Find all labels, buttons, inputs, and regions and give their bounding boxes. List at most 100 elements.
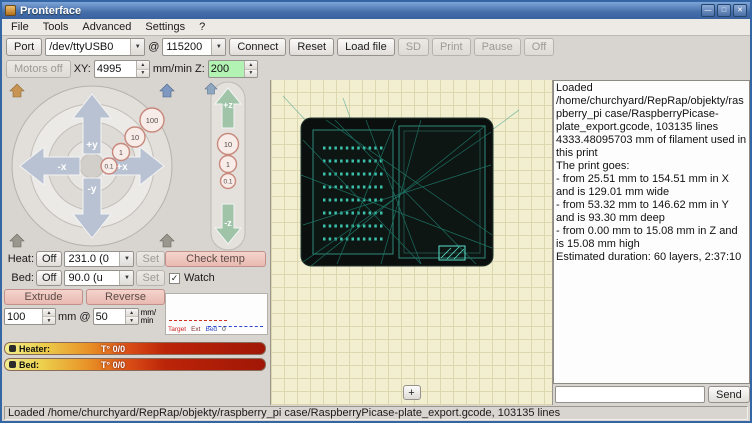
thermometer-icon bbox=[9, 361, 16, 368]
chevron-down-icon[interactable]: ▼ bbox=[119, 271, 133, 285]
chevron-down-icon[interactable]: ▼ bbox=[119, 252, 133, 266]
heat-temp-value: 231.0 (0 bbox=[65, 253, 119, 265]
log-line: Loaded /home/churchyard/RepRap/objekty/r… bbox=[556, 82, 747, 134]
reset-button[interactable]: Reset bbox=[289, 38, 334, 56]
jog-step-1-badge[interactable]: 1 bbox=[113, 144, 130, 161]
z-step-01-badge[interactable]: 0.1 bbox=[221, 174, 236, 189]
main-area: +y -y -x +x 100 10 1 0.1 bbox=[2, 80, 750, 405]
window-controls: — □ ✕ bbox=[701, 4, 747, 17]
extrude-speed-input[interactable] bbox=[94, 309, 125, 324]
xy-feed-input[interactable] bbox=[95, 61, 136, 77]
motors-off-button[interactable]: Motors off bbox=[6, 60, 71, 78]
zoom-in-button[interactable]: + bbox=[403, 385, 421, 400]
log-text-area[interactable]: Loaded /home/churchyard/RepRap/objekty/r… bbox=[553, 80, 750, 384]
jog-step-10-badge[interactable]: 10 bbox=[125, 127, 145, 147]
xy-feed-spinner[interactable]: ▲▼ bbox=[94, 60, 150, 78]
xy-feed-label: XY: bbox=[74, 63, 91, 75]
send-button[interactable]: Send bbox=[708, 386, 750, 403]
watch-checkbox[interactable]: ✓ bbox=[169, 273, 180, 284]
extrude-length-input[interactable] bbox=[5, 309, 42, 324]
check-temp-button[interactable]: Check temp bbox=[165, 251, 266, 267]
gcode-render bbox=[271, 80, 553, 405]
bed-gauge[interactable]: Bed: T° 0/0 bbox=[4, 358, 266, 371]
z-jog-strip[interactable]: +z 10 1 0.1 -z bbox=[204, 80, 250, 252]
z-step-1-badge[interactable]: 1 bbox=[220, 156, 237, 173]
extrude-speed-spinner[interactable]: ▲▼ bbox=[93, 308, 139, 325]
menu-item-file[interactable]: File bbox=[4, 20, 36, 34]
menu-item-settings[interactable]: Settings bbox=[138, 20, 192, 34]
heater-gauge[interactable]: Heater: T° 0/0 bbox=[4, 342, 266, 355]
heat-temp-combo[interactable]: 231.0 (0 ▼ bbox=[64, 251, 134, 267]
jog-x-minus-label: -x bbox=[58, 162, 67, 173]
minimize-button[interactable]: — bbox=[701, 4, 715, 17]
chevron-down-icon[interactable]: ▼ bbox=[211, 39, 225, 55]
bed-temp-combo[interactable]: 90.0 (u ▼ bbox=[64, 270, 134, 286]
heat-label: Heat: bbox=[4, 253, 34, 265]
reverse-button[interactable]: Reverse bbox=[86, 289, 165, 305]
heater-gauge-value: T° 0/0 bbox=[101, 344, 125, 354]
jog-step-01-badge[interactable]: 0.1 bbox=[101, 158, 117, 174]
log-line: - from 25.51 mm to 154.51 mm in X and is… bbox=[556, 173, 747, 199]
baud-combo[interactable]: 115200 ▼ bbox=[162, 38, 226, 56]
print-button[interactable]: Print bbox=[432, 38, 471, 56]
z-feed-input[interactable] bbox=[209, 61, 244, 77]
connection-toolbar: Port /dev/ttyUSB0 ▼ @ 115200 ▼ Connect R… bbox=[2, 36, 750, 58]
maximize-button[interactable]: □ bbox=[717, 4, 731, 17]
svg-text:0.1: 0.1 bbox=[104, 164, 113, 171]
z-feed-spinner[interactable]: ▲▼ bbox=[208, 60, 258, 78]
watch-control[interactable]: ✓ Watch bbox=[169, 272, 215, 284]
port-combo[interactable]: /dev/ttyUSB0 ▼ bbox=[45, 38, 145, 56]
mm-at-label: mm @ bbox=[58, 311, 91, 323]
bed-gauge-label: Bed: bbox=[19, 360, 39, 370]
menu-item-advanced[interactable]: Advanced bbox=[75, 20, 138, 34]
pause-button[interactable]: Pause bbox=[474, 38, 521, 56]
motion-toolbar: Motors off XY: ▲▼ mm/min Z: ▲▼ bbox=[2, 58, 750, 80]
menu-item-help[interactable]: ? bbox=[192, 20, 212, 34]
spinner-arrows-icon[interactable]: ▲▼ bbox=[244, 61, 257, 77]
svg-text:100: 100 bbox=[146, 116, 159, 125]
extrude-feed-row: ▲▼ mm @ ▲▼ mm/ min bbox=[4, 308, 156, 325]
window-title: Pronterface bbox=[20, 5, 697, 17]
spinner-arrows-icon[interactable]: ▲▼ bbox=[136, 61, 149, 77]
target-temp-line bbox=[169, 320, 227, 321]
menu-item-tools[interactable]: Tools bbox=[36, 20, 76, 34]
svg-text:1: 1 bbox=[226, 162, 230, 169]
jog-z-plus-label: +z bbox=[223, 100, 233, 110]
baud-combo-value: 115200 bbox=[163, 41, 211, 53]
spinner-arrows-icon[interactable]: ▲▼ bbox=[42, 309, 55, 324]
control-panel: +y -y -x +x 100 10 1 0.1 bbox=[2, 80, 270, 405]
heat-off-button[interactable]: Off bbox=[36, 251, 62, 267]
extrude-button[interactable]: Extrude bbox=[4, 289, 83, 305]
jog-y-plus-label: +y bbox=[86, 140, 98, 151]
spinner-arrows-icon[interactable]: ▲▼ bbox=[125, 309, 138, 324]
log-panel: Loaded /home/churchyard/RepRap/objekty/r… bbox=[553, 80, 750, 405]
thermometer-icon bbox=[9, 345, 16, 352]
off-button[interactable]: Off bbox=[524, 38, 554, 56]
z-step-10-badge[interactable]: 10 bbox=[218, 134, 239, 155]
extrude-length-spinner[interactable]: ▲▼ bbox=[4, 308, 56, 325]
home-xy-icon[interactable] bbox=[10, 84, 24, 97]
home-x-icon[interactable] bbox=[10, 234, 24, 247]
bed-set-button[interactable]: Set bbox=[136, 270, 165, 286]
bed-off-button[interactable]: Off bbox=[36, 270, 62, 286]
port-button[interactable]: Port bbox=[6, 38, 42, 56]
heat-set-button[interactable]: Set bbox=[136, 251, 165, 267]
jog-step-100-badge[interactable]: 100 bbox=[140, 108, 164, 132]
load-file-button[interactable]: Load file bbox=[337, 38, 395, 56]
home-all-icon[interactable] bbox=[160, 234, 174, 247]
log-line: - from 53.32 mm to 146.62 mm in Y and is… bbox=[556, 199, 747, 225]
gcode-viewer[interactable]: + bbox=[270, 80, 553, 405]
chevron-down-icon[interactable]: ▼ bbox=[130, 39, 144, 55]
connect-button[interactable]: Connect bbox=[229, 38, 286, 56]
temperature-graph: Target Ext Bed 0 bbox=[165, 293, 268, 335]
command-input[interactable] bbox=[555, 386, 705, 403]
xy-jog-pad[interactable]: +y -y -x +x 100 10 1 0.1 bbox=[6, 80, 178, 252]
close-button[interactable]: ✕ bbox=[733, 4, 747, 17]
titlebar[interactable]: Pronterface — □ ✕ bbox=[2, 2, 750, 19]
home-y-icon[interactable] bbox=[160, 84, 174, 97]
heater-gauge-label: Heater: bbox=[19, 344, 50, 354]
bed-label: Bed: bbox=[4, 272, 34, 284]
svg-text:0.1: 0.1 bbox=[223, 179, 232, 186]
sd-button[interactable]: SD bbox=[398, 38, 429, 56]
z-feed-label: mm/min Z: bbox=[153, 63, 205, 75]
